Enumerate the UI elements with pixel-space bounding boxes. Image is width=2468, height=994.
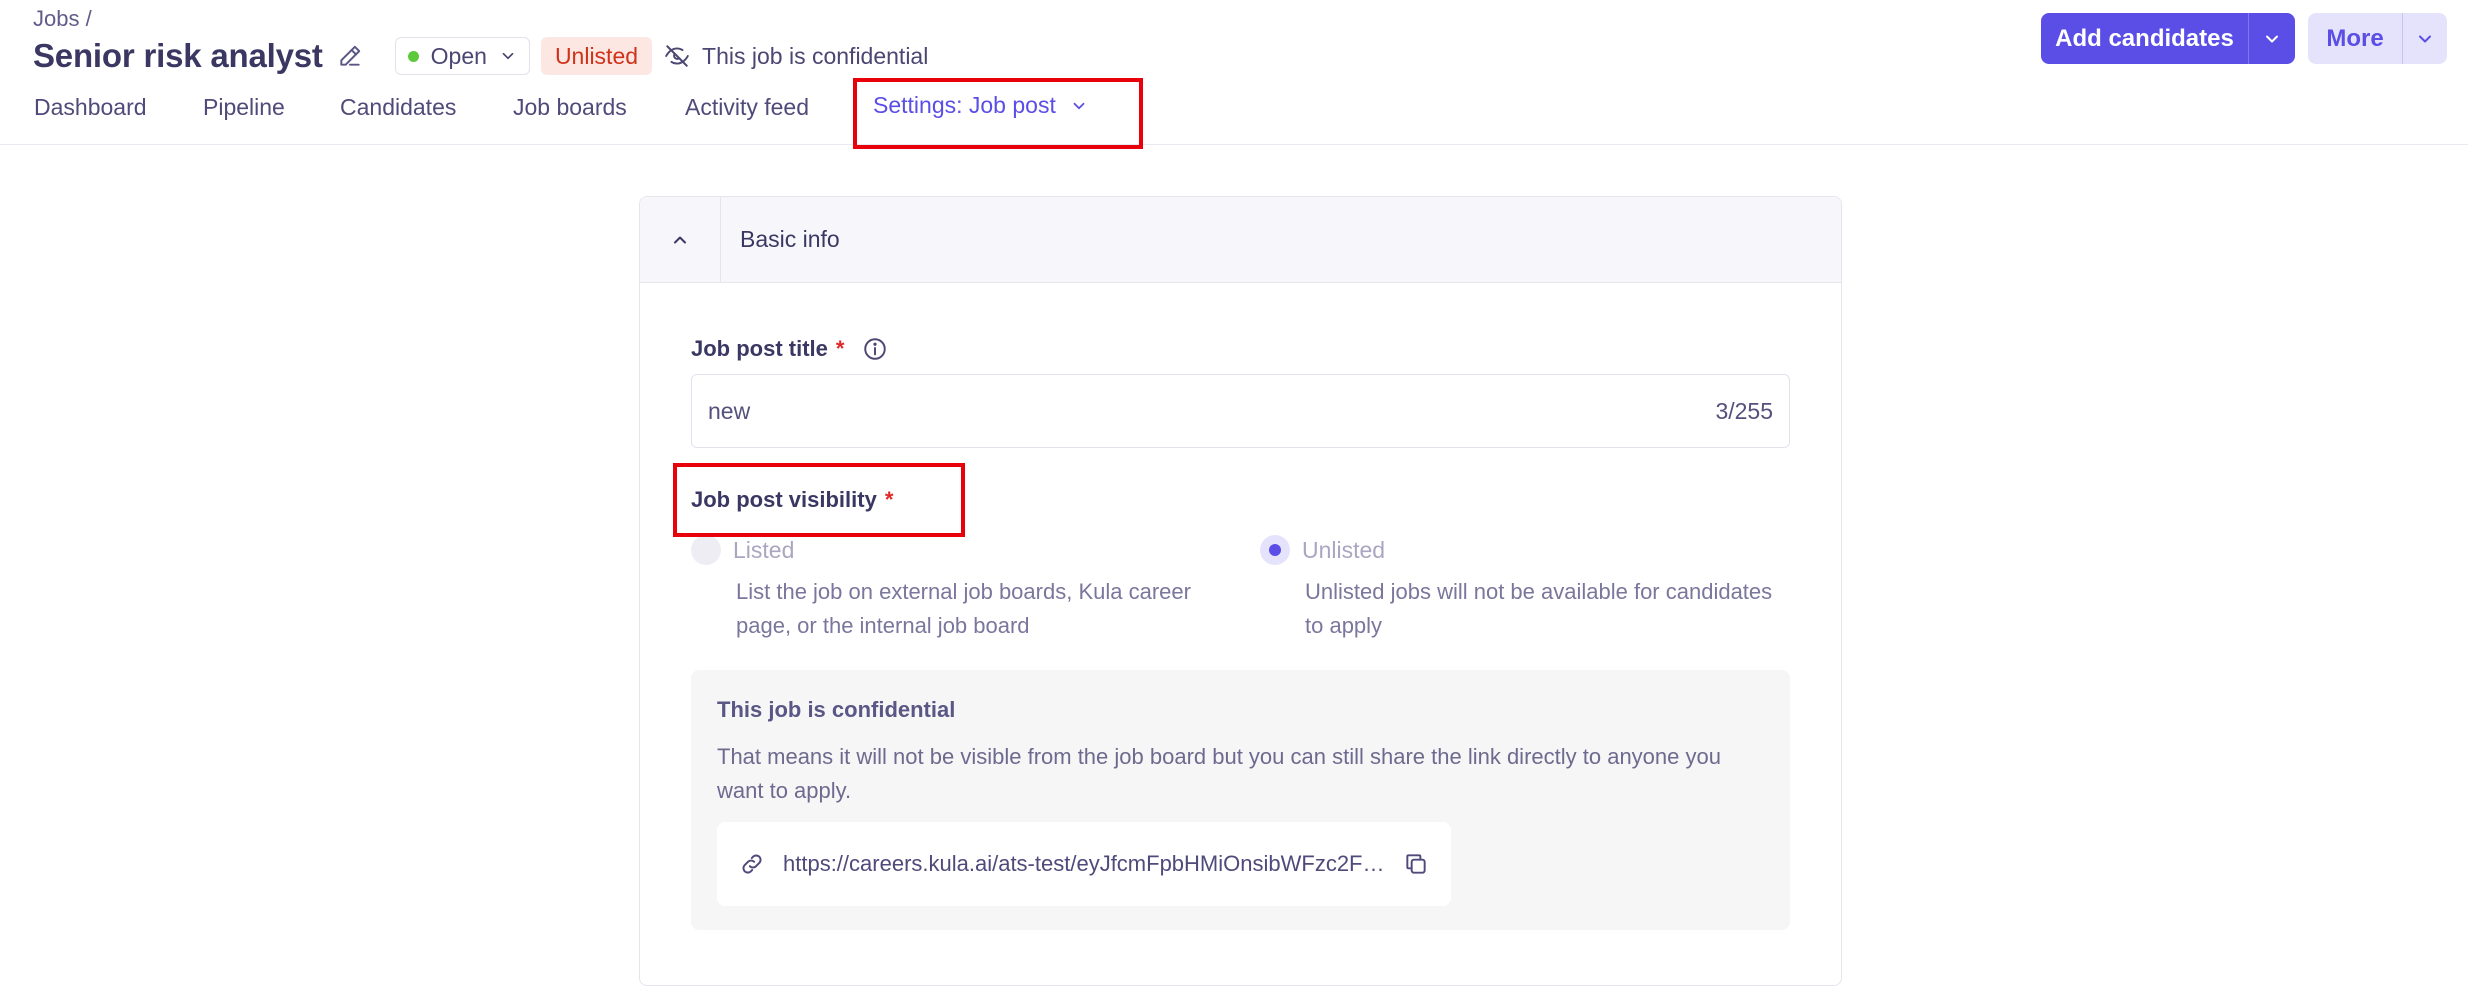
- job-status-dropdown[interactable]: Open: [394, 37, 530, 75]
- add-candidates-button[interactable]: Add candidates: [2041, 13, 2295, 64]
- job-post-title-input[interactable]: new 3/255: [691, 374, 1790, 448]
- collapse-button[interactable]: [640, 196, 721, 283]
- required-mark: *: [835, 336, 845, 361]
- tab-job-boards[interactable]: Job boards: [513, 94, 627, 121]
- link-icon: [742, 854, 762, 874]
- job-post-title-label: Job post title *: [691, 336, 888, 362]
- basic-info-card: Basic info Job post title * new 3/255 Jo…: [639, 196, 1842, 986]
- eye-off-icon: [665, 45, 689, 67]
- character-counter: 3/255: [1715, 397, 1773, 424]
- tab-activity-feed[interactable]: Activity feed: [685, 94, 809, 121]
- confidential-notice: This job is confidential That means it w…: [691, 670, 1790, 930]
- chevron-down-icon: [499, 47, 517, 65]
- chevron-down-icon[interactable]: [2249, 13, 2295, 64]
- radio-button-unlisted[interactable]: [1260, 535, 1290, 565]
- tab-dashboard[interactable]: Dashboard: [34, 94, 147, 121]
- radio-unlisted[interactable]: Unlisted: [1260, 535, 1385, 565]
- radio-listed[interactable]: Listed: [691, 535, 794, 565]
- tab-pipeline[interactable]: Pipeline: [203, 94, 285, 121]
- visibility-badge: Unlisted: [540, 37, 653, 75]
- add-candidates-label[interactable]: Add candidates: [2041, 13, 2249, 64]
- breadcrumb[interactable]: Jobs /: [33, 6, 92, 32]
- basic-info-header: Basic info: [640, 196, 1841, 283]
- page-title: Senior risk analyst: [33, 37, 323, 74]
- job-header: Jobs / Senior risk analyst Open Unlisted…: [0, 0, 2468, 145]
- more-button[interactable]: More: [2308, 13, 2447, 64]
- confidential-text: This job is confidential: [702, 42, 929, 69]
- radio-unlisted-label: Unlisted: [1302, 537, 1386, 563]
- radio-listed-description: List the job on external job boards, Kul…: [736, 579, 1191, 638]
- tab-candidates[interactable]: Candidates: [340, 94, 456, 121]
- section-title: Basic info: [740, 226, 840, 252]
- job-status-value: Open: [430, 42, 487, 69]
- job-post-title-label-text: Job post title: [691, 336, 828, 361]
- chevron-down-icon[interactable]: [2403, 13, 2447, 64]
- title-row: Senior risk analyst Open Unlisted This j…: [33, 36, 928, 76]
- confidential-title: This job is confidential: [717, 697, 956, 722]
- chevron-up-icon: [674, 236, 686, 243]
- info-icon[interactable]: [862, 336, 888, 362]
- confidential-description: That means it will not be visible from t…: [717, 744, 1721, 803]
- highlight-box-visibility-label: [673, 463, 965, 537]
- pencil-icon[interactable]: [335, 41, 365, 71]
- highlight-box-settings-tab: [853, 78, 1143, 149]
- copy-icon[interactable]: [1403, 851, 1429, 877]
- confidential-indicator: This job is confidential: [664, 43, 928, 70]
- status-dot: [407, 50, 419, 62]
- more-label[interactable]: More: [2308, 13, 2403, 64]
- job-post-title-value: new: [708, 397, 751, 424]
- share-link-box: https://careers.kula.ai/ats-test/eyJfcmF…: [717, 822, 1451, 906]
- radio-unlisted-description: Unlisted jobs will not be available for …: [1305, 579, 1773, 638]
- radio-listed-label: Listed: [733, 537, 795, 563]
- share-link[interactable]: https://careers.kula.ai/ats-test/eyJfcmF…: [783, 851, 1387, 877]
- radio-button-listed[interactable]: [691, 535, 721, 565]
